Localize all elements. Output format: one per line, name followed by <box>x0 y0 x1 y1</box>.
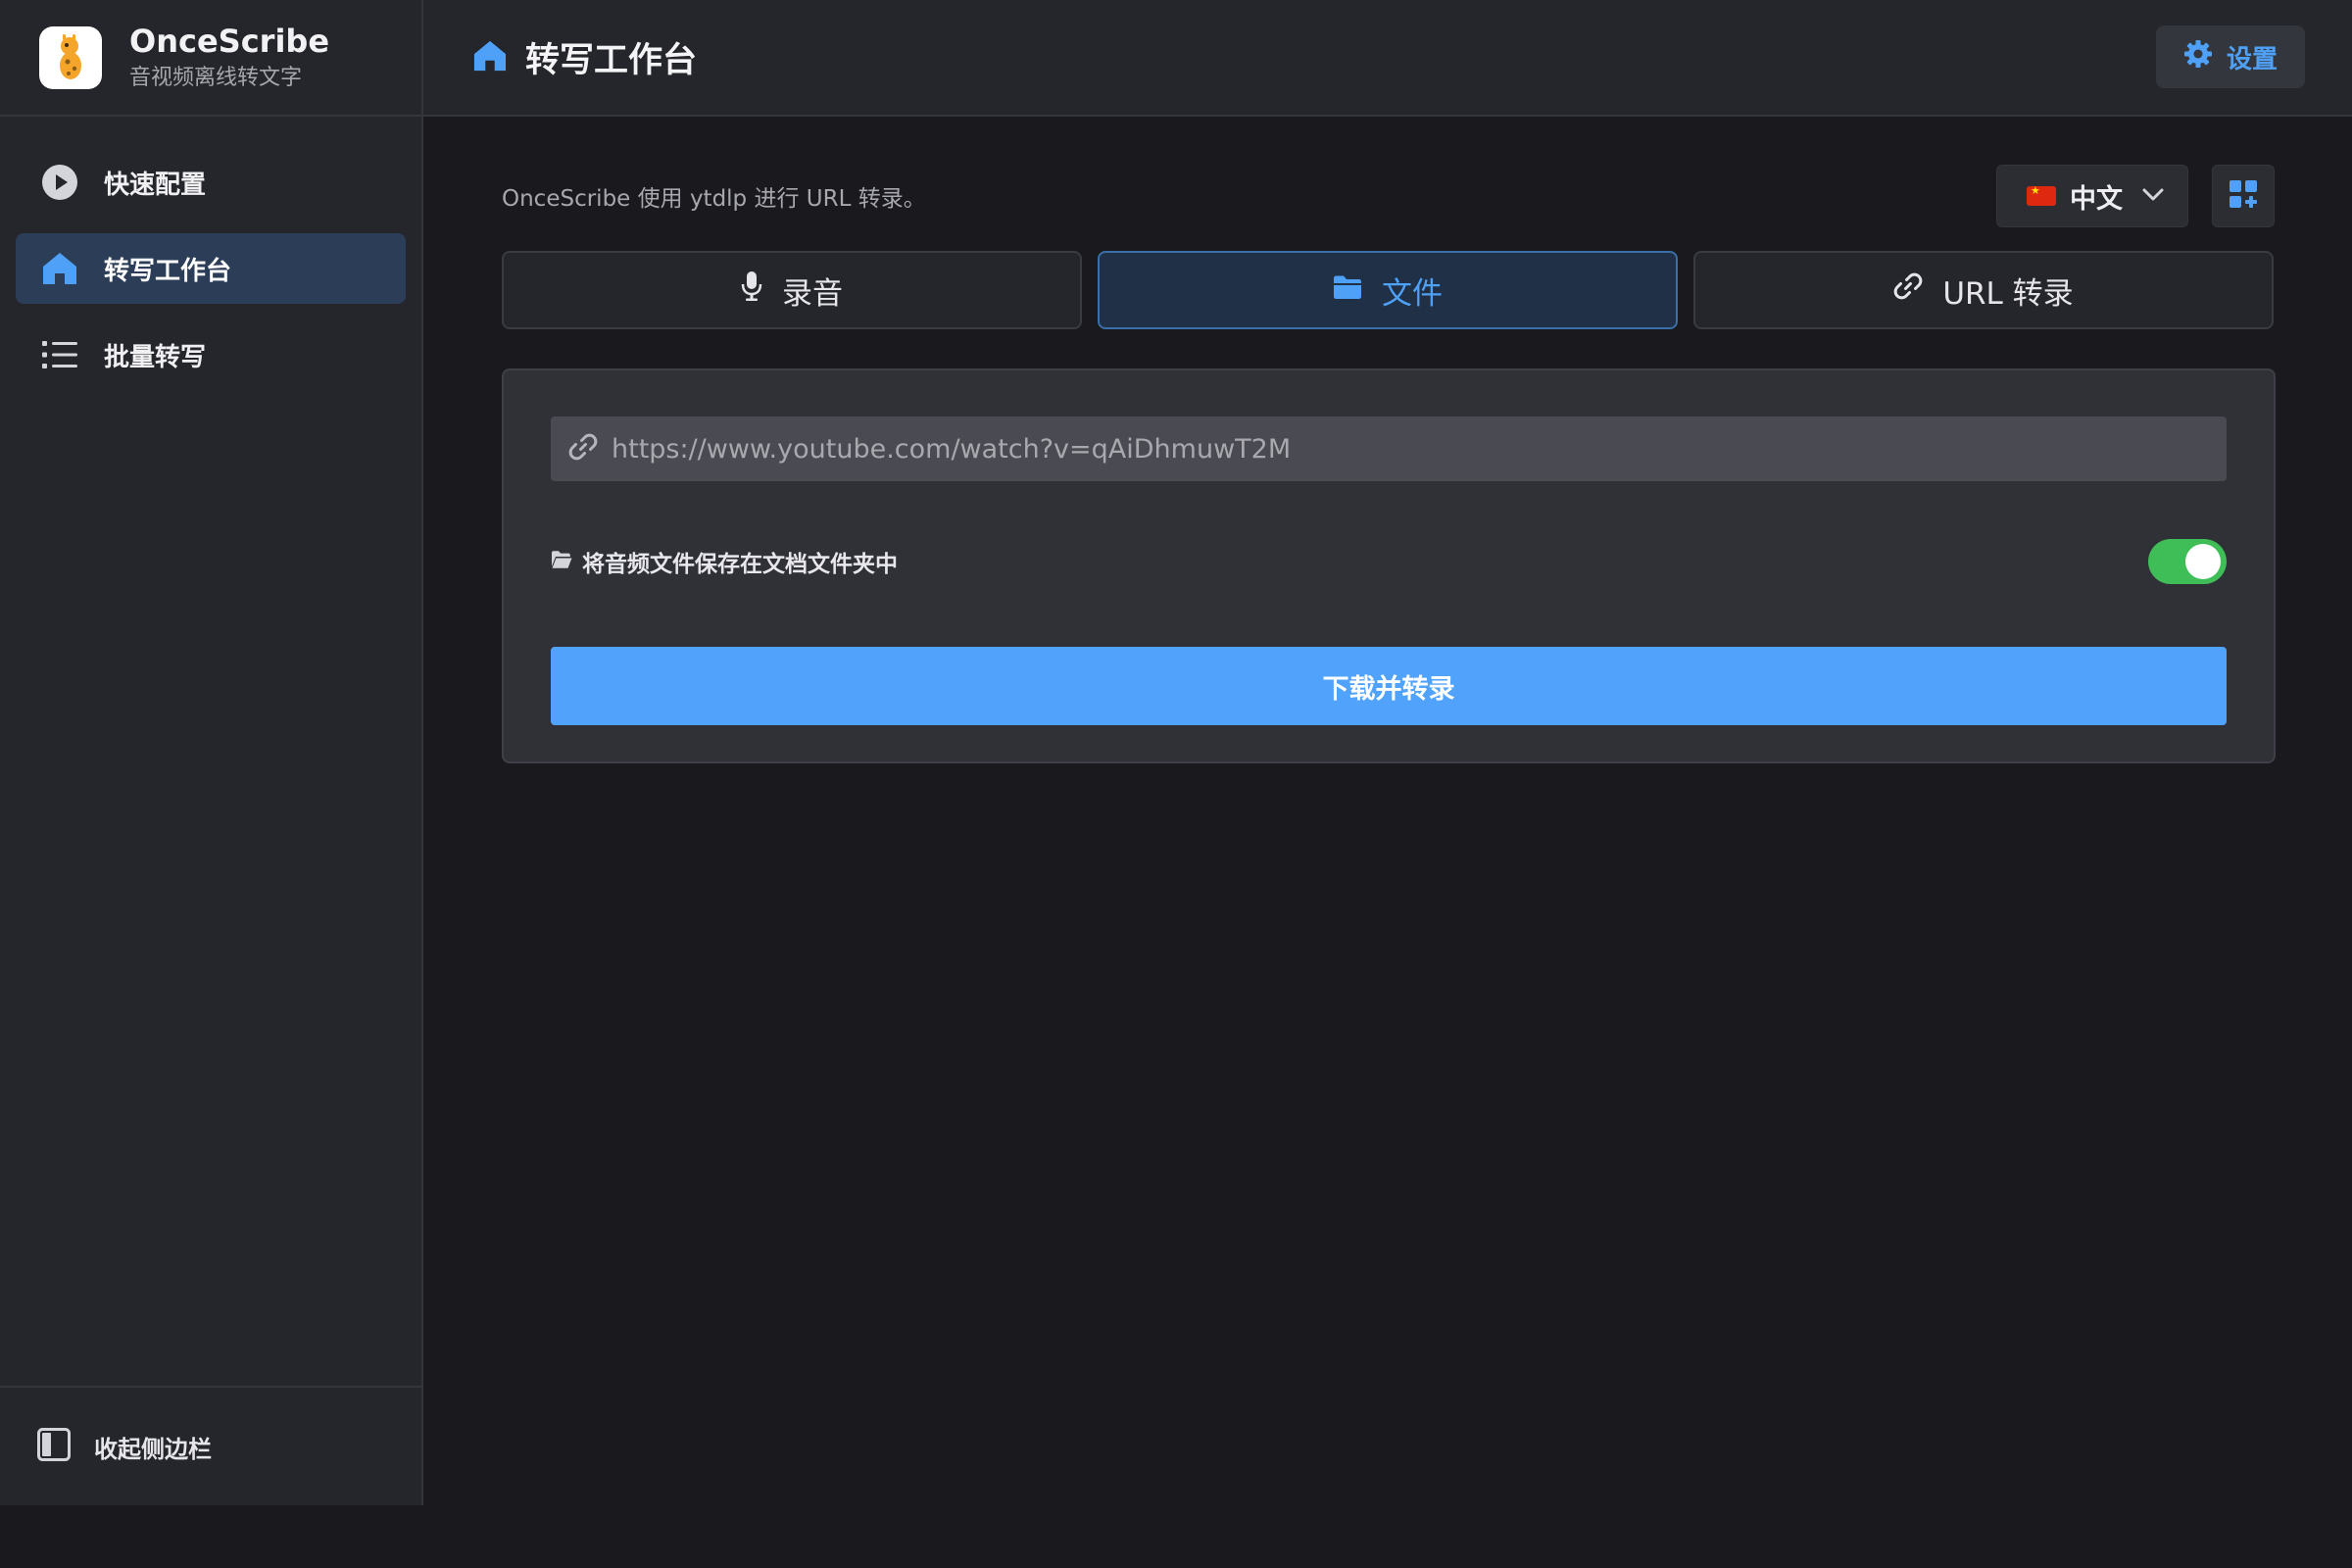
settings-button[interactable]: 设置 <box>2156 25 2305 88</box>
gear-icon <box>2183 39 2213 75</box>
home-icon <box>41 250 78 287</box>
tab-file[interactable]: 文件 <box>1098 251 1678 329</box>
sidebar: OnceScribe 音视频离线转文字 快速配置 转写工作台 批量转写 收起侧边… <box>0 0 423 1505</box>
sidebar-nav: 快速配置 转写工作台 批量转写 <box>0 117 421 390</box>
tab-url[interactable]: URL 转录 <box>1693 251 2274 329</box>
sidebar-item-quick-config[interactable]: 快速配置 <box>16 147 406 218</box>
input-mode-tabs: 录音 文件 URL 转录 <box>502 251 2276 329</box>
folder-open-icon <box>551 550 572 573</box>
brand: OnceScribe 音视频离线转文字 <box>0 0 421 117</box>
home-icon <box>472 39 508 76</box>
sidebar-toggle-icon <box>37 1428 71 1465</box>
sidebar-item-label: 快速配置 <box>104 170 207 200</box>
chevron-down-icon <box>2142 187 2164 206</box>
main-content: OnceScribe 使用 ytdlp 进行 URL 转录。 中文 <box>423 119 2352 1505</box>
tab-label: 录音 <box>782 275 843 312</box>
tab-label: URL 转录 <box>1942 275 2074 312</box>
tab-record[interactable]: 录音 <box>502 251 1082 329</box>
tab-label: 文件 <box>1382 275 1443 312</box>
china-flag-icon <box>2027 184 2056 206</box>
grid-add-icon <box>2230 180 2257 212</box>
url-transcribe-panel: 将音频文件保存在文档文件夹中 下载并转录 <box>502 368 2276 763</box>
save-audio-toggle[interactable] <box>2148 539 2227 584</box>
widgets-button[interactable] <box>2212 165 2275 227</box>
save-audio-label: 将音频文件保存在文档文件夹中 <box>582 552 898 577</box>
collapse-sidebar-button[interactable]: 收起侧边栏 <box>0 1386 421 1505</box>
app-subtitle: 音视频离线转文字 <box>129 65 303 90</box>
folder-icon <box>1333 272 1362 308</box>
save-audio-option: 将音频文件保存在文档文件夹中 <box>551 537 2227 586</box>
list-icon <box>41 336 78 373</box>
microphone-icon <box>741 270 762 310</box>
sidebar-item-batch[interactable]: 批量转写 <box>16 319 406 390</box>
app-window: OnceScribe 音视频离线转文字 快速配置 转写工作台 批量转写 收起侧边… <box>0 0 2352 1568</box>
url-input[interactable] <box>612 433 2227 465</box>
download-transcribe-button[interactable]: 下载并转录 <box>551 647 2227 725</box>
sidebar-item-label: 转写工作台 <box>104 256 232 286</box>
app-name: OnceScribe <box>129 22 330 60</box>
collapse-sidebar-label: 收起侧边栏 <box>94 1435 212 1463</box>
sidebar-item-label: 批量转写 <box>104 342 207 372</box>
play-circle-icon <box>41 164 78 201</box>
sidebar-item-workbench[interactable]: 转写工作台 <box>16 233 406 304</box>
settings-label: 设置 <box>2226 44 2278 74</box>
app-logo-icon <box>39 25 102 89</box>
language-select[interactable]: 中文 <box>1996 165 2188 227</box>
link-icon <box>1893 271 1923 309</box>
info-text: OnceScribe 使用 ytdlp 进行 URL 转录。 <box>502 186 926 212</box>
top-header: 转写工作台 设置 <box>423 0 2352 117</box>
link-icon <box>568 432 598 466</box>
url-field <box>551 416 2227 481</box>
page-title: 转写工作台 <box>525 41 698 80</box>
language-label: 中文 <box>2070 183 2123 215</box>
